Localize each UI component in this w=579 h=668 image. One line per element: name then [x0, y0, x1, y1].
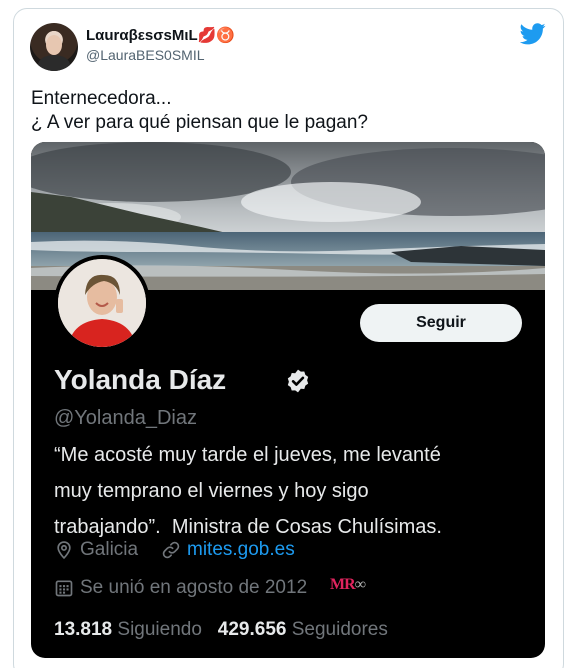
link-icon	[162, 541, 180, 559]
profile-website[interactable]: mites.gob.es	[161, 539, 295, 561]
location-text: Galicia	[80, 539, 139, 560]
tweet-card: LαurαβεsσsMιL💋♉ @LauraBES0SMIL Enternece…	[13, 8, 564, 668]
joined-text: Se unió en agosto de 2012	[80, 577, 308, 598]
calendar-icon	[55, 580, 73, 597]
profile-avatar[interactable]	[54, 255, 150, 351]
profile-handle: @Yolanda_Diaz	[54, 407, 197, 429]
website-link[interactable]: mites.gob.es	[187, 539, 295, 561]
profile-name: Yolanda Díaz	[54, 364, 227, 395]
twitter-bird-icon[interactable]	[520, 23, 546, 45]
profile-joined: Se unió en agosto de 2012	[54, 577, 307, 599]
follow-button[interactable]: Seguir	[360, 304, 522, 342]
watermark-logo: MR∞	[330, 576, 366, 593]
author-display-name[interactable]: LαurαβεsσsMιL💋♉	[86, 26, 235, 44]
profile-bio: “Me acosté muy tarde el jueves, me levan…	[54, 444, 442, 538]
author-handle[interactable]: @LauraBES0SMIL	[86, 47, 205, 63]
verified-badge-icon	[287, 369, 309, 393]
author-avatar[interactable]	[30, 23, 78, 71]
tweet-text: Enternecedora... ¿ A ver para qué piensa…	[31, 88, 368, 133]
location-pin-icon	[57, 541, 71, 560]
profile-stats: 13.818 Siguiendo 429.656 Seguidores	[54, 619, 388, 641]
profile-location: Galicia	[54, 539, 138, 561]
embedded-profile-screenshot: Seguir Yolanda Díaz @Yolanda_Diaz “Me ac…	[31, 142, 545, 658]
followers-stat[interactable]: 429.656 Seguidores	[218, 619, 388, 640]
following-stat[interactable]: 13.818 Siguiendo	[54, 619, 202, 640]
